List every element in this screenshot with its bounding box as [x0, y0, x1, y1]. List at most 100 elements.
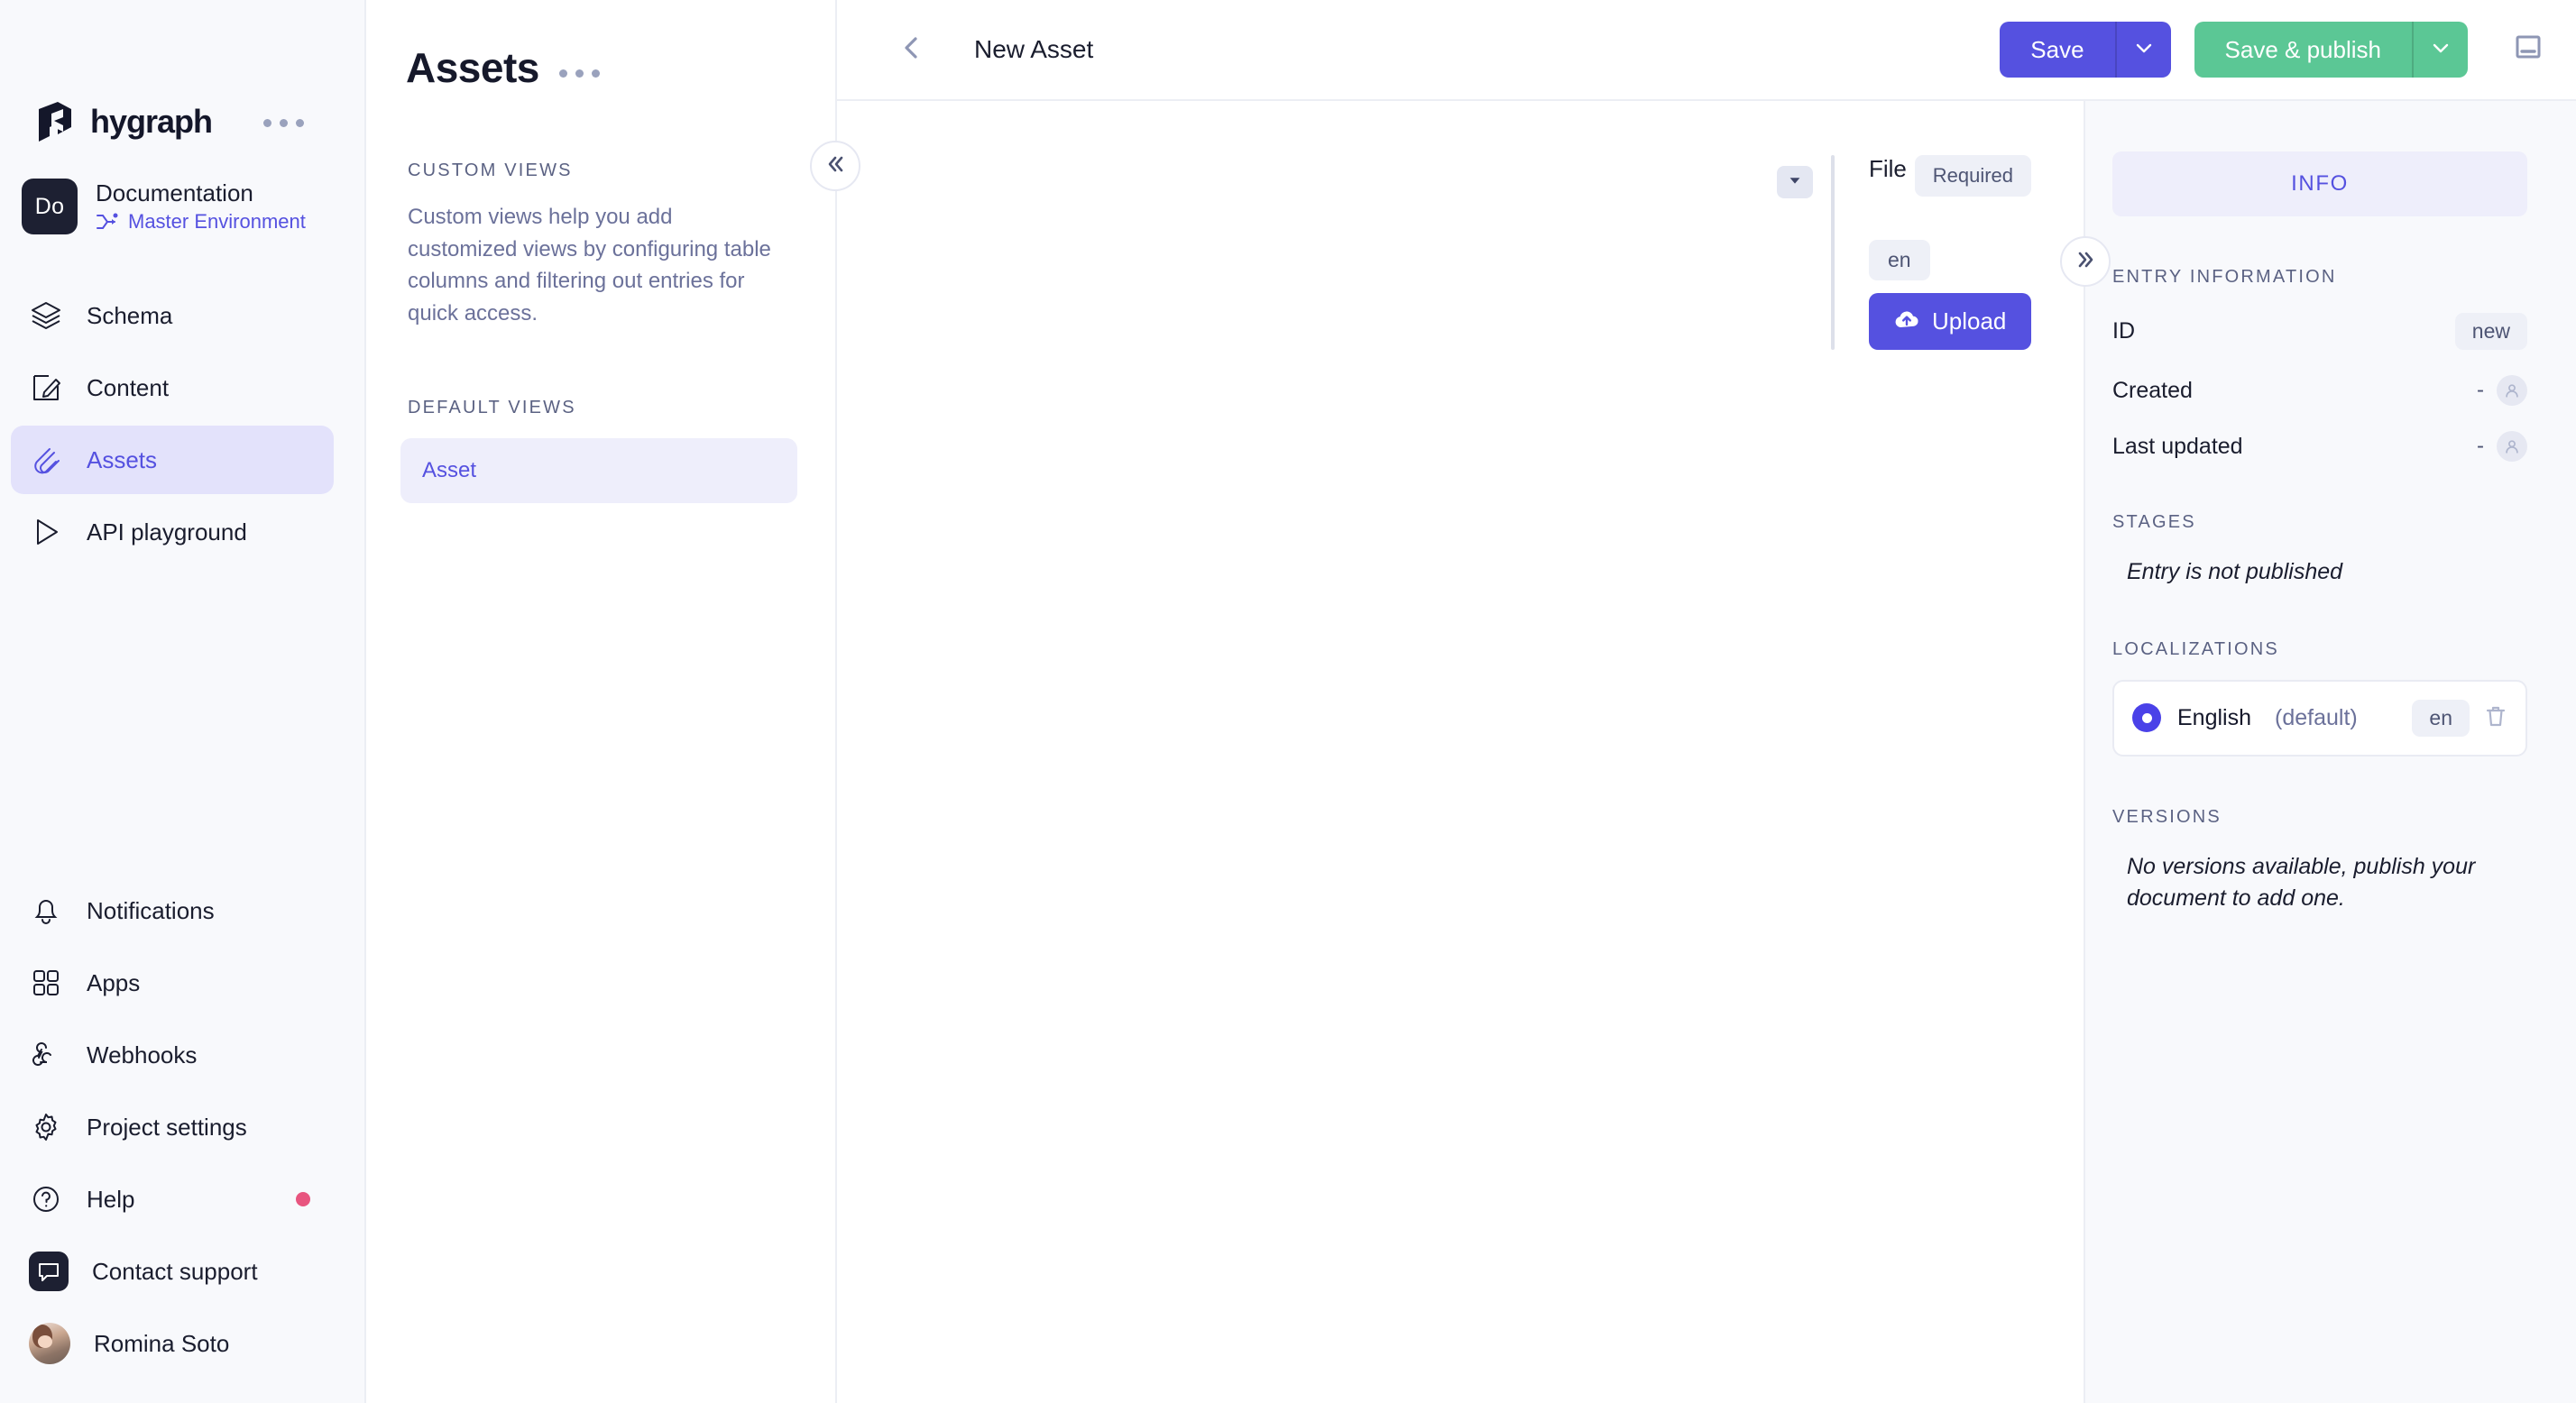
- sidebar-item-apps[interactable]: Apps: [11, 949, 334, 1017]
- sidebar: hygraph Do Documentation Master E: [0, 0, 366, 1403]
- sidebar-item-content[interactable]: Content: [11, 353, 334, 422]
- sidebar-item-label: Contact support: [92, 1258, 258, 1286]
- hygraph-wordmark: hygraph: [90, 105, 235, 140]
- sidebar-item-label: Assets: [87, 446, 157, 474]
- entry-title: New Asset: [974, 35, 1093, 64]
- chevron-double-left-icon: [823, 152, 847, 180]
- views-menu-icon[interactable]: [559, 69, 600, 78]
- upload-button-label: Upload: [1932, 307, 2006, 335]
- sidebar-item-label: Apps: [87, 969, 140, 997]
- info-row-value: -: [2477, 375, 2527, 406]
- localization-code-pill: en: [2412, 700, 2470, 737]
- last-updated-value: -: [2477, 434, 2484, 459]
- field-collapse-toggle[interactable]: [1777, 166, 1813, 198]
- field-header: File Required: [1869, 155, 2084, 197]
- save-button[interactable]: Save: [2000, 22, 2114, 78]
- entry-information-label: ENTRY INFORMATION: [2112, 267, 2527, 288]
- app-root: hygraph Do Documentation Master E: [0, 0, 2576, 1403]
- caret-down-icon: [1787, 172, 1803, 193]
- chevron-left-icon: [898, 34, 925, 66]
- panel-toggle-button[interactable]: [2504, 25, 2553, 74]
- info-row-created: Created -: [2112, 375, 2527, 406]
- user-avatar: [29, 1323, 70, 1364]
- upload-button[interactable]: Upload: [1869, 293, 2031, 350]
- sidebar-item-label: Webhooks: [87, 1041, 197, 1069]
- views-panel: Assets CUSTOM VIEWS Custom views help yo…: [366, 0, 837, 1403]
- views-header: Assets: [393, 32, 772, 92]
- collapse-views-panel-button[interactable]: [810, 141, 860, 191]
- paperclip-icon: [29, 443, 63, 477]
- panel-bottom-icon: [2514, 34, 2543, 66]
- field-locale-chip: en: [1869, 240, 1930, 280]
- field-list: File Required en: [837, 101, 2084, 1403]
- cloud-upload-icon: [1894, 307, 1919, 335]
- save-publish-button-group[interactable]: Save & publish: [2194, 22, 2468, 78]
- stages-note: Entry is not published: [2127, 556, 2527, 589]
- sidebar-item-label: Content: [87, 374, 169, 402]
- sidebar-item-schema[interactable]: Schema: [11, 281, 334, 350]
- save-publish-dropdown-button[interactable]: [2412, 22, 2468, 78]
- custom-views-description: Custom views help you add customized vie…: [408, 201, 772, 329]
- tab-info[interactable]: INFO: [2112, 151, 2527, 216]
- user-placeholder-icon: [2497, 431, 2527, 462]
- toolbar: New Asset Save Save & publish: [837, 0, 2576, 101]
- stages-label: STAGES: [2112, 512, 2527, 533]
- info-row-last-updated: Last updated -: [2112, 431, 2527, 462]
- field-label: File: [1869, 155, 1907, 183]
- localization-row[interactable]: English (default) en: [2112, 680, 2527, 757]
- default-views-label: DEFAULT VIEWS: [408, 398, 772, 418]
- chat-bubble-icon: [29, 1252, 69, 1291]
- brand-logo[interactable]: hygraph: [0, 0, 364, 123]
- sidebar-item-label: Help: [87, 1186, 134, 1214]
- save-dropdown-button[interactable]: [2115, 22, 2171, 78]
- info-row-value: -: [2477, 431, 2527, 462]
- save-publish-button[interactable]: Save & publish: [2194, 22, 2412, 78]
- chevron-double-right-icon: [2074, 248, 2097, 276]
- sidebar-item-label: API playground: [87, 518, 247, 546]
- sidebar-item-contact-support[interactable]: Contact support: [11, 1237, 334, 1306]
- sidebar-item-webhooks[interactable]: Webhooks: [11, 1021, 334, 1089]
- radio-selected-icon[interactable]: [2132, 703, 2161, 732]
- branch-icon: [96, 212, 119, 232]
- id-pill: new: [2455, 313, 2527, 350]
- info-row-id: ID new: [2112, 313, 2527, 350]
- sidebar-secondary-nav: Notifications Apps: [0, 876, 364, 1403]
- save-button-group[interactable]: Save: [2000, 22, 2170, 78]
- sidebar-item-help[interactable]: Help: [11, 1165, 334, 1233]
- page-title: Assets: [406, 43, 539, 92]
- main-content: New Asset Save Save & publish: [837, 0, 2576, 1403]
- sidebar-item-notifications[interactable]: Notifications: [11, 876, 334, 945]
- gear-icon: [29, 1110, 63, 1144]
- info-row-value: new: [2455, 313, 2527, 350]
- svg-text:hygraph: hygraph: [90, 105, 212, 140]
- info-row-key: Created: [2112, 378, 2193, 404]
- project-badge: Do: [22, 179, 78, 234]
- info-row-key: ID: [2112, 318, 2135, 344]
- required-badge: Required: [1915, 155, 2031, 197]
- trash-icon[interactable]: [2484, 704, 2507, 732]
- project-switcher[interactable]: Do Documentation Master Environment: [0, 179, 364, 234]
- sidebar-item-label: Romina Soto: [94, 1330, 229, 1358]
- edit-square-icon: [29, 371, 63, 405]
- chevron-down-icon: [2133, 37, 2155, 63]
- sidebar-item-user-profile[interactable]: Romina Soto: [11, 1309, 334, 1378]
- brand-menu-icon[interactable]: [263, 119, 304, 127]
- sidebar-item-api-playground[interactable]: API playground: [11, 498, 334, 566]
- question-circle-icon: [29, 1182, 63, 1216]
- field-body: File Required en: [1835, 155, 2084, 350]
- sidebar-item-assets[interactable]: Assets: [11, 426, 334, 494]
- expand-info-panel-button[interactable]: [2060, 236, 2111, 287]
- hygraph-logo-icon: [36, 102, 74, 143]
- user-placeholder-icon: [2497, 375, 2527, 406]
- sidebar-item-label: Schema: [87, 302, 172, 330]
- chevron-down-icon: [2430, 37, 2452, 63]
- webhook-icon: [29, 1038, 63, 1072]
- project-environment[interactable]: Master Environment: [96, 210, 306, 234]
- sidebar-item-project-settings[interactable]: Project settings: [11, 1093, 334, 1161]
- created-value: -: [2477, 378, 2484, 403]
- versions-label: VERSIONS: [2112, 807, 2527, 828]
- versions-note: No versions available, publish your docu…: [2127, 851, 2527, 915]
- info-row-key: Last updated: [2112, 434, 2243, 460]
- back-button[interactable]: [888, 25, 936, 74]
- default-view-item-asset[interactable]: Asset: [400, 438, 797, 503]
